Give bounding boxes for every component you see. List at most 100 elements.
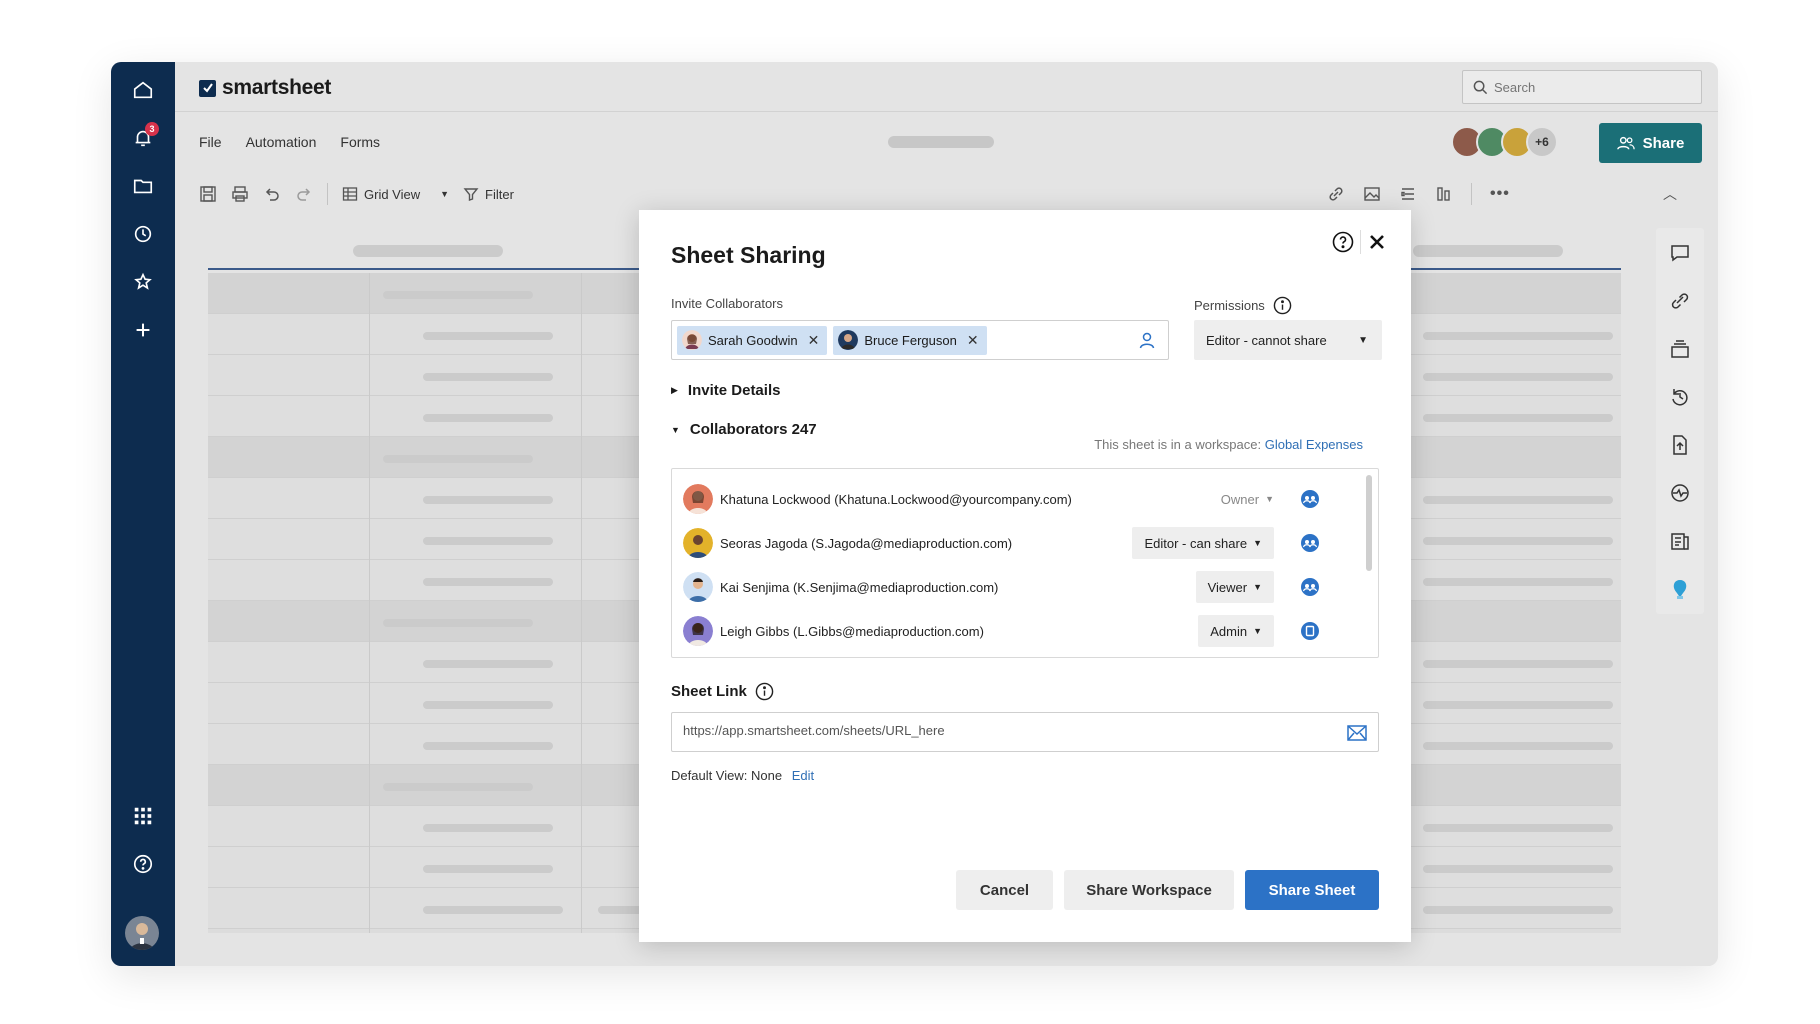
sheet-link-field[interactable] [671,712,1379,752]
group-access-icon[interactable] [1300,577,1320,597]
collaborators-toggle[interactable]: ▼ Collaborators 247 [671,421,817,438]
menu-automation[interactable]: Automation [246,134,317,150]
people-icon [1616,136,1635,150]
link-icon[interactable] [1327,185,1345,203]
invite-details-toggle[interactable]: ▶ Invite Details [671,382,780,399]
invitee-chip[interactable]: Bruce Ferguson ✕ [833,325,987,355]
publish-icon[interactable] [1669,434,1691,456]
indent-icon[interactable] [1399,185,1417,203]
redo-icon[interactable] [295,185,313,203]
cell-placeholder [423,496,553,504]
invite-details-label: Invite Details [687,382,781,399]
notifications-icon[interactable]: 3 [129,122,159,152]
cell-placeholder [1423,373,1613,381]
contact-person-icon[interactable] [1138,331,1156,349]
cell-placeholder [1423,578,1613,586]
print-icon[interactable] [231,185,249,203]
home-icon[interactable] [129,76,157,104]
comments-icon[interactable] [1669,242,1691,264]
grid-view-dropdown[interactable]: Grid View ▼ [342,186,449,202]
role-dropdown[interactable]: Viewer ▼ [1195,571,1274,603]
cell-placeholder [423,824,553,832]
dialog-title: Sheet Sharing [671,242,826,268]
share-sheet-button[interactable]: Share Sheet [1245,870,1379,910]
cell-placeholder [1423,865,1613,873]
cancel-button[interactable]: Cancel [956,870,1053,910]
individual-access-icon[interactable] [1300,621,1320,641]
role-dropdown[interactable]: Admin ▼ [1198,615,1274,647]
permissions-dropdown[interactable]: Editor - cannot share ▼ [1194,320,1382,360]
cell-placeholder [423,578,553,586]
launcher-grid-icon[interactable] [129,802,157,830]
invitee-chip[interactable]: Sarah Goodwin ✕ [677,325,828,355]
collapse-chevron-icon[interactable]: ︿ [1663,184,1677,204]
avatar [838,330,859,350]
save-icon[interactable] [199,185,217,203]
toolbar-divider [1471,183,1472,205]
browse-folder-icon[interactable] [129,172,157,200]
remove-invitee-icon[interactable]: ✕ [808,332,820,349]
cell-placeholder [1423,496,1613,504]
grid-view-label: Grid View [364,186,421,202]
share-workspace-button[interactable]: Share Workspace [1064,870,1234,910]
collaborator-name: Khatuna Lockwood (Khatuna.Lockwood@yourc… [720,491,1072,507]
list-scrollbar[interactable] [1366,475,1372,571]
remove-invitee-icon[interactable]: ✕ [967,332,979,349]
permissions-label-row: Permissions [1194,296,1292,315]
cell-placeholder [1423,332,1613,340]
grid-icon [342,187,358,201]
undo-icon[interactable] [263,185,281,203]
info-icon[interactable] [755,682,774,701]
avatars-more-count: +6 [1526,126,1558,158]
sheet-sharing-dialog: Sheet Sharing Invite Collaborators Sarah… [639,210,1411,942]
cell-placeholder [423,742,553,750]
menu-file[interactable]: File [199,134,222,150]
close-icon[interactable] [1367,232,1387,252]
invite-collaborators-input[interactable]: Sarah Goodwin ✕ Bruce Ferguson ✕ [671,320,1169,360]
collaborators-list: Khatuna Lockwood (Khatuna.Lockwood@yourc… [671,468,1379,658]
sheet-link-input[interactable] [683,723,1303,738]
group-access-icon[interactable] [1300,533,1320,553]
align-icon[interactable] [1435,185,1453,203]
proofs-icon[interactable] [1669,338,1691,360]
cell-placeholder [383,291,533,299]
create-plus-icon[interactable] [129,316,157,344]
share-button[interactable]: Share [1599,123,1702,163]
brandfolder-icon[interactable] [1669,578,1691,600]
recents-clock-icon[interactable] [129,220,157,248]
collaborator-name: Leigh Gibbs (L.Gibbs@mediaproduction.com… [720,623,984,639]
filter-button[interactable]: Filter [463,186,514,202]
avatar [683,484,713,514]
workspace-link[interactable]: Global Expenses [1265,437,1363,452]
caret-down-icon: ▼ [1253,626,1262,636]
top-header: smartsheet [175,62,1718,112]
activity-log-icon[interactable] [1669,386,1691,408]
collaborator-avatars[interactable]: +6 [1451,126,1558,158]
user-avatar[interactable] [125,916,159,950]
invite-collaborators-label: Invite Collaborators [671,296,783,311]
info-icon[interactable] [1273,296,1292,315]
cell-placeholder [383,455,533,463]
help-icon[interactable] [1331,230,1355,254]
search-input[interactable] [1494,79,1684,95]
email-envelope-icon[interactable] [1346,723,1368,743]
header-divider [1360,230,1361,254]
more-options-icon[interactable]: ••• [1490,185,1510,203]
favorites-star-icon[interactable] [129,268,157,296]
group-access-icon[interactable] [1300,489,1320,509]
summary-pulse-icon[interactable] [1669,482,1691,504]
help-icon[interactable] [129,850,157,878]
smartsheet-logo[interactable]: smartsheet [199,76,331,100]
cell-placeholder [423,865,553,873]
default-view-edit-link[interactable]: Edit [792,768,814,783]
image-icon[interactable] [1363,185,1381,203]
menu-forms[interactable]: Forms [340,134,380,150]
search-box[interactable] [1462,70,1702,104]
forms-icon[interactable] [1669,530,1691,552]
avatar [683,572,713,602]
role-label: Owner [1220,491,1260,507]
role-dropdown[interactable]: Editor - can share ▼ [1132,527,1274,559]
list-item: Kai Senjima (K.Senjima@mediaproduction.c… [672,565,1378,609]
sheet-link-heading: Sheet Link [671,682,774,701]
attachments-icon[interactable] [1669,290,1691,312]
